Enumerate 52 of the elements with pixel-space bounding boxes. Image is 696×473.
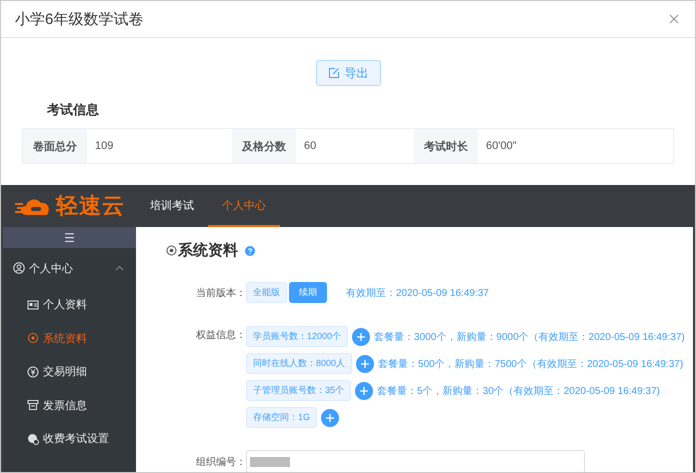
- quota-tag: 存储空间：1G: [246, 407, 318, 428]
- edit-icon: [328, 67, 340, 79]
- table-header-cell: 及格分数: [232, 129, 296, 163]
- sidebar-item[interactable]: 交易明细: [3, 355, 136, 388]
- coin-icon: [27, 432, 39, 445]
- nav-tab[interactable]: 个人中心: [208, 185, 280, 227]
- add-button[interactable]: [352, 328, 370, 346]
- plus-icon: [325, 412, 336, 422]
- field-label: 权益信息：: [195, 328, 246, 343]
- sidebar-item[interactable]: 发票信息: [3, 388, 136, 422]
- eye-icon: [166, 245, 177, 256]
- field-label: 当前版本：: [195, 286, 246, 300]
- add-button[interactable]: [321, 408, 340, 426]
- table-cell-text: 60'00": [485, 139, 518, 154]
- add-button[interactable]: [356, 354, 374, 372]
- chevron-icon: [115, 265, 124, 271]
- table-cell-text: 109: [94, 139, 114, 154]
- dialog-title: 小学6年级数学试卷: [15, 10, 144, 28]
- input-field[interactable]: [246, 450, 585, 472]
- quota-tag: 学员账号数：12000个: [246, 326, 348, 347]
- id-card-icon: [27, 298, 39, 311]
- quota-detail: 套餐量：500个，新购量：7500个（有效期至：2020-05-09 16:49:37): [378, 358, 684, 370]
- expiry-text: 有效期至：2020-05-09 16:49:37: [346, 286, 489, 300]
- sidebar-group[interactable]: 个人中心: [3, 248, 136, 288]
- quota-tag: 子管理员账号数：35个: [246, 380, 352, 401]
- plus-icon: [359, 386, 370, 396]
- target-icon: [27, 332, 39, 344]
- table-cell-text: 60: [303, 139, 318, 154]
- table-header-cell: 考试时长: [414, 129, 478, 163]
- version-tag: 全能版: [246, 282, 287, 303]
- add-button[interactable]: [355, 382, 374, 400]
- printer-icon: [27, 399, 39, 412]
- sidebar-item[interactable]: 收费考试设置: [3, 422, 136, 456]
- page-title: 系统资料: [178, 241, 238, 260]
- sidebar-item[interactable]: 个人资料: [3, 288, 136, 322]
- quota-detail: 套餐量：3000个，新购量：9000个（有效期至：2020-05-09 16:49:37): [374, 330, 685, 344]
- section-title: 考试信息: [47, 101, 100, 119]
- plus-icon: [360, 358, 370, 368]
- field-label: 组织编号：: [195, 456, 246, 469]
- plus-icon: [356, 332, 366, 342]
- menu-toggle[interactable]: ☰: [3, 227, 136, 248]
- yen-icon: [27, 366, 39, 378]
- close-icon[interactable]: [669, 14, 679, 24]
- user-icon: [13, 262, 25, 274]
- nav-tab[interactable]: 培训考试: [136, 185, 208, 227]
- table-header-cell: 卷面总分: [23, 129, 87, 163]
- redacted-block: [250, 457, 290, 467]
- quota-detail: 套餐量：5个，新购量：30个（有效期至：2020-05-09 16:49:37): [377, 384, 660, 398]
- quota-tag: 同时在线人数：8000人: [246, 353, 352, 374]
- logo-text: 轻速云: [56, 192, 125, 220]
- sidebar-item[interactable]: 系统资料: [3, 322, 136, 355]
- help-icon[interactable]: [245, 246, 255, 256]
